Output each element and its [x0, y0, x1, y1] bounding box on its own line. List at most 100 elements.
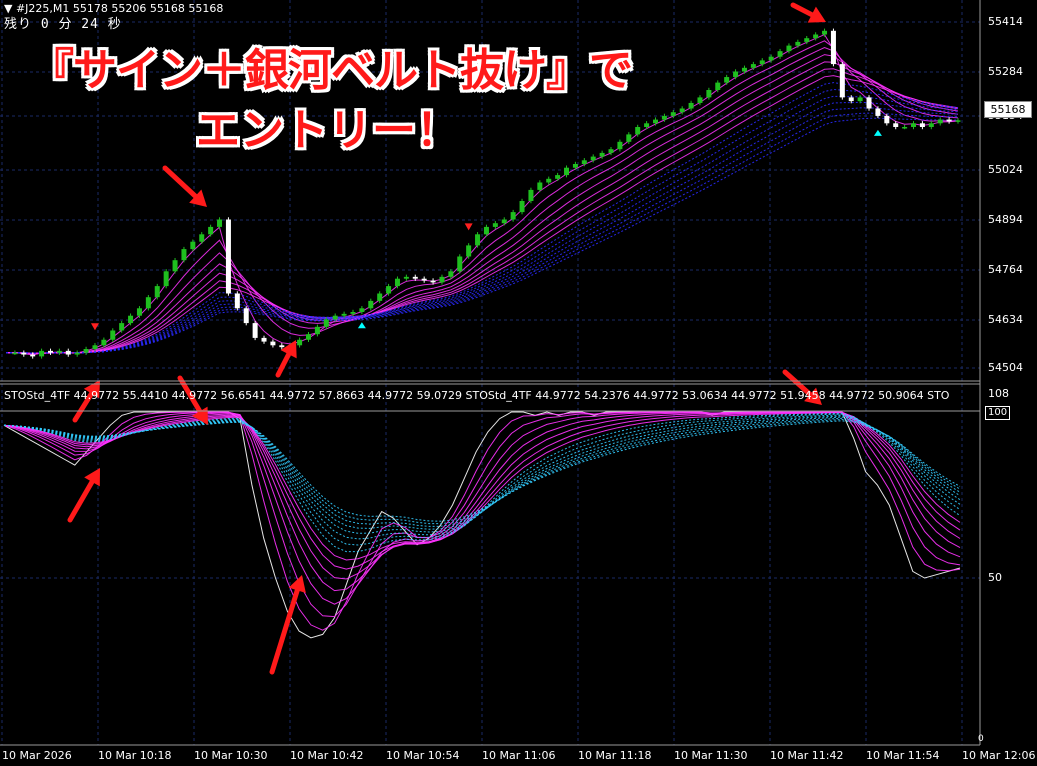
candle-body — [145, 297, 151, 309]
candle-body — [857, 97, 863, 102]
candle-body — [777, 51, 783, 57]
candle-body — [555, 175, 561, 179]
price-tick: 54764 — [988, 263, 1023, 276]
candle-body — [172, 260, 178, 272]
candle-body — [119, 323, 125, 331]
candle-body — [110, 330, 116, 340]
time-tick: 10 Mar 11:42 — [770, 749, 844, 762]
price-tick: 54894 — [988, 213, 1023, 226]
candle-body — [519, 201, 525, 213]
candle-body — [21, 352, 27, 355]
candle-body — [136, 308, 142, 316]
candle-body — [217, 219, 223, 227]
current-price-tag: 55168 — [984, 101, 1032, 118]
candle-body — [937, 119, 943, 124]
candle-body — [39, 350, 45, 357]
candle-body — [252, 323, 258, 338]
candle-body — [475, 234, 481, 246]
candle-body — [92, 345, 98, 349]
candle-body — [394, 278, 400, 287]
candle-body — [813, 34, 819, 39]
candle-body — [893, 123, 899, 127]
candle-body — [501, 219, 507, 224]
time-tick: 10 Mar 11:54 — [866, 749, 940, 762]
time-tick: 10 Mar 10:54 — [386, 749, 460, 762]
candle-body — [572, 164, 578, 168]
candle-body — [332, 315, 338, 320]
candle-body — [368, 300, 374, 309]
time-tick: 10 Mar 2026 — [2, 749, 72, 762]
indicator-header: STOStd_4TF 44.9772 55.4410 44.9772 56.65… — [4, 389, 950, 402]
candle-body — [12, 352, 18, 355]
candle-body — [457, 256, 463, 272]
candle-body — [421, 278, 427, 281]
candle-body — [261, 337, 267, 342]
candle-body — [652, 119, 658, 124]
candle-body — [56, 350, 62, 353]
symbol-info: ▼ #J225,M1 55178 55206 55168 55168 — [4, 2, 224, 15]
candle-body — [848, 97, 854, 102]
candle-body — [154, 286, 160, 298]
candle-body — [412, 276, 418, 279]
candle-body — [768, 56, 774, 61]
candle-body — [234, 293, 240, 309]
price-tick: 55284 — [988, 65, 1023, 78]
time-tick: 10 Mar 11:18 — [578, 749, 652, 762]
indicator-level-50: 50 — [988, 571, 1002, 584]
candle-body — [403, 276, 409, 279]
candle-body — [279, 345, 285, 348]
time-tick: 10 Mar 10:42 — [290, 749, 364, 762]
buy-signal-arrow — [873, 129, 882, 136]
candle-body — [670, 112, 676, 116]
candle-body — [733, 71, 739, 78]
candle-body — [911, 123, 917, 127]
buy-signal-arrow — [357, 322, 366, 329]
sell-signal-arrow — [464, 223, 473, 231]
candle-body — [644, 123, 650, 127]
candle-body — [795, 41, 801, 46]
entry-annotation-line2: エントリー！ — [196, 105, 460, 156]
time-tick: 10 Mar 10:18 — [98, 749, 172, 762]
candle-body — [101, 339, 107, 346]
candle-body — [830, 30, 836, 65]
candle-body — [617, 141, 623, 150]
candle-body — [323, 319, 329, 327]
ribbon-line — [6, 112, 959, 354]
candle-body — [608, 149, 614, 153]
candle-body — [297, 339, 303, 346]
candle-body — [537, 182, 543, 190]
chart-canvas — [0, 0, 981, 746]
indicator-level-0: 0 — [978, 734, 984, 744]
remaining-time: 残り 0 分 24 秒 — [4, 17, 122, 32]
candle-body — [759, 60, 765, 65]
candle-body — [786, 45, 792, 52]
candle-body — [741, 67, 747, 72]
chart-frame — [0, 0, 981, 746]
candle-body — [804, 38, 810, 42]
time-tick: 10 Mar 11:06 — [482, 749, 556, 762]
candle-body — [483, 226, 489, 235]
candle-body — [386, 286, 392, 294]
candle-body — [430, 280, 436, 283]
candle-body — [83, 349, 89, 353]
candle-body — [314, 326, 320, 335]
candle-body — [750, 64, 756, 68]
price-tick: 55414 — [988, 15, 1023, 28]
symbol-text: #J225,M1 55178 55206 55168 55168 — [15, 2, 224, 15]
candle-body — [599, 152, 605, 157]
candle-body — [866, 97, 872, 109]
candle-body — [688, 102, 694, 109]
candle-body — [581, 160, 587, 164]
candle-body — [306, 334, 312, 340]
candle-body — [822, 30, 828, 35]
candle-body — [359, 308, 365, 312]
entry-annotation-line1: 『サイン＋銀河ベルト抜け』で — [30, 45, 633, 96]
candle-body — [448, 271, 454, 277]
candle-body — [350, 312, 356, 314]
candle-body — [724, 77, 730, 83]
candle-body — [884, 115, 890, 124]
indicator-level-100: 100 — [985, 406, 1011, 420]
candle-body — [208, 226, 214, 235]
stochastic-line — [3, 411, 961, 570]
candle-body — [65, 350, 71, 355]
